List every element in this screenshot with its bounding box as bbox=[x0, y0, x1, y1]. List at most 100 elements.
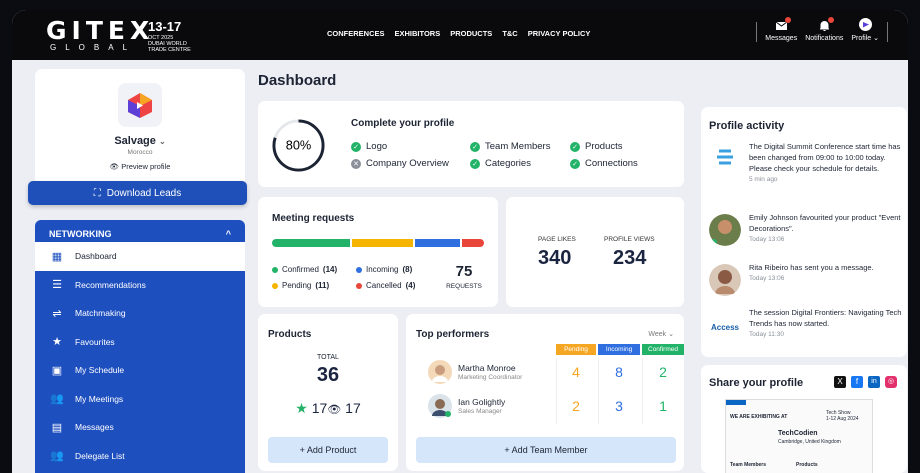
preview-header: WE ARE EXHIBITING AT bbox=[730, 414, 788, 420]
linkedin-icon[interactable]: in bbox=[868, 376, 880, 388]
legend-pending: Pending (11) bbox=[272, 281, 329, 290]
preview-show-dates: 1-12 Aug 2024 bbox=[826, 416, 859, 422]
nav-privacy[interactable]: PRIVACY POLICY bbox=[528, 29, 591, 38]
list-item[interactable]: Rita Ribeiro has sent you a message. Toda… bbox=[709, 262, 905, 298]
chat-icon: ▤ bbox=[51, 421, 63, 434]
col-confirmed: Confirmed bbox=[642, 344, 684, 355]
products-card: Products TOTAL 36 ★ 17👁 17 + Add Product bbox=[258, 314, 398, 471]
nav-products[interactable]: PRODUCTS bbox=[450, 29, 492, 38]
share-title: Share your profile bbox=[709, 377, 804, 389]
performer-role: Marketing Coordinator bbox=[458, 374, 523, 381]
nav-exhibitors[interactable]: EXHIBITORS bbox=[395, 29, 441, 38]
social-buttons: X f in ◎ bbox=[834, 376, 897, 388]
check-connections[interactable]: ✓ Connections bbox=[570, 158, 638, 169]
profile-avatar-icon bbox=[858, 18, 872, 31]
products-title: Products bbox=[268, 329, 312, 340]
group-icon: 👥 bbox=[50, 450, 64, 463]
expand-icon: ⛶ bbox=[93, 187, 101, 199]
company-card: Salvage ⌄ Morocco 👁 Preview profile bbox=[35, 69, 245, 194]
cross-icon: ✕ bbox=[351, 158, 361, 169]
company-logo bbox=[118, 83, 162, 127]
check-products[interactable]: ✓ Products bbox=[570, 141, 623, 152]
progress-ring: 80% bbox=[272, 119, 325, 172]
instagram-icon[interactable]: ◎ bbox=[885, 376, 897, 388]
list-item[interactable]: Emily Johnson favourited your product "E… bbox=[709, 212, 905, 252]
profile-activity-card: Profile activity The Digital Summit Conf… bbox=[701, 107, 907, 357]
col-pending: Pending bbox=[556, 344, 596, 355]
sidebar-item-schedule[interactable]: ▣ My Schedule bbox=[35, 356, 245, 385]
list-item[interactable]: Access The session Digital Frontiers: Na… bbox=[709, 307, 905, 355]
company-country: Morocco bbox=[127, 149, 153, 156]
event-venue: OCT 2025 DUBAI WORLD TRADE CENTRE bbox=[148, 35, 191, 53]
messages-button[interactable]: Messages bbox=[765, 17, 797, 42]
star-icon: ★ bbox=[295, 400, 308, 416]
sidebar-section-header[interactable]: NETWORKING ^ bbox=[35, 220, 245, 242]
add-team-member-button[interactable]: + Add Team Member bbox=[416, 437, 676, 463]
preview-location: Cambridge, United Kingdom bbox=[778, 439, 841, 445]
app-window: GITEX GLOBAL 13-17 OCT 2025 DUBAI WORLD … bbox=[12, 10, 908, 473]
products-total-label: TOTAL bbox=[317, 354, 339, 361]
col-incoming: Incoming bbox=[598, 344, 640, 355]
conference-logo-icon bbox=[709, 143, 741, 175]
confirmed-value: 2 bbox=[659, 364, 667, 380]
facebook-icon[interactable]: f bbox=[851, 376, 863, 388]
profile-views-value: 234 bbox=[613, 247, 647, 269]
sidebar-item-matchmaking[interactable]: ⇌ Matchmaking bbox=[35, 299, 245, 328]
profile-button[interactable]: Profile ⌄ bbox=[851, 18, 879, 42]
activity-time: Today 13:06 bbox=[749, 236, 785, 243]
check-team-members[interactable]: ✓ Team Members bbox=[470, 141, 550, 152]
company-name[interactable]: Salvage ⌄ bbox=[35, 135, 245, 147]
confirmed-value: 1 bbox=[659, 398, 667, 414]
event-dates: 13-17 bbox=[148, 19, 182, 34]
meeting-total-label: REQUESTS bbox=[446, 283, 482, 290]
sidebar-item-dashboard[interactable]: ▦ Dashboard bbox=[35, 242, 245, 271]
star-icon: ★ bbox=[52, 336, 62, 349]
dashboard-icon: ▦ bbox=[51, 250, 63, 263]
list-icon: ☰ bbox=[52, 279, 62, 292]
check-logo[interactable]: ✓ Logo bbox=[351, 141, 387, 152]
sidebar-item-recommendations[interactable]: ☰ Recommendations bbox=[35, 271, 245, 300]
complete-profile-card: 80% Complete your profile ✓ Logo ✕ Company… bbox=[258, 101, 684, 187]
notifications-button[interactable]: Notifications bbox=[805, 17, 844, 42]
share-preview[interactable]: WE ARE EXHIBITING AT Tech Show 1-12 Aug … bbox=[725, 399, 873, 473]
add-product-button[interactable]: + Add Product bbox=[268, 437, 388, 463]
avatar bbox=[428, 360, 452, 384]
range-dropdown[interactable]: Week ⌄ bbox=[648, 330, 674, 338]
x-icon[interactable]: X bbox=[834, 376, 846, 388]
eye-icon: 👁 bbox=[109, 162, 120, 171]
profile-views-label: PROFILE VIEWS bbox=[604, 236, 655, 243]
performer-name: Martha Monroe bbox=[458, 363, 516, 373]
people-icon: 👥 bbox=[50, 393, 64, 406]
top-actions: Messages Notifications Profile ⌄ bbox=[756, 17, 888, 42]
products-metrics: ★ 17👁 17 bbox=[295, 400, 361, 416]
legend-cancelled: Cancelled (4) bbox=[356, 281, 415, 290]
download-leads-button[interactable]: ⛶ Download Leads bbox=[28, 181, 247, 205]
access-logo: Access bbox=[709, 311, 741, 343]
notifications-label: Notifications bbox=[805, 35, 844, 42]
check-icon: ✓ bbox=[351, 141, 361, 152]
activity-text: The session Digital Frontiers: Navigatin… bbox=[749, 308, 902, 328]
nav-conferences[interactable]: CONFERENCES bbox=[327, 29, 385, 38]
pending-value: 4 bbox=[572, 364, 580, 380]
activity-text: Emily Johnson favourited your product "E… bbox=[749, 213, 901, 233]
sidebar: NETWORKING ^ ▦ Dashboard ☰ Recommendations … bbox=[35, 220, 245, 473]
preview-profile-link[interactable]: 👁 Preview profile bbox=[35, 162, 245, 171]
sidebar-item-meetings[interactable]: 👥 My Meetings bbox=[35, 385, 245, 414]
sidebar-item-delegates[interactable]: 👥 Delegate List bbox=[35, 442, 245, 471]
bell-icon bbox=[818, 17, 834, 32]
chevron-up-icon: ^ bbox=[225, 229, 231, 239]
list-item[interactable]: The Digital Summit Conference start time… bbox=[709, 141, 905, 201]
sidebar-item-favourites[interactable]: ★ Favourites bbox=[35, 328, 245, 357]
main-nav: CONFERENCES EXHIBITORS PRODUCTS T&C PRIV… bbox=[327, 29, 590, 38]
company-logo-icon bbox=[128, 93, 152, 118]
activity-text: Rita Ribeiro has sent you a message. bbox=[749, 263, 874, 272]
gitex-logo[interactable]: GITEX bbox=[46, 16, 154, 45]
check-company-overview[interactable]: ✕ Company Overview bbox=[351, 158, 449, 169]
share-profile-card: Share your profile X f in ◎ WE ARE EXHIB… bbox=[701, 365, 907, 473]
check-categories[interactable]: ✓ Categories bbox=[470, 158, 531, 169]
bar-confirmed bbox=[272, 239, 350, 247]
activity-time: Today 13:06 bbox=[749, 275, 785, 282]
calendar-icon: ▣ bbox=[51, 364, 63, 377]
nav-tc[interactable]: T&C bbox=[502, 29, 517, 38]
sidebar-item-messages[interactable]: ▤ Messages bbox=[35, 413, 245, 442]
